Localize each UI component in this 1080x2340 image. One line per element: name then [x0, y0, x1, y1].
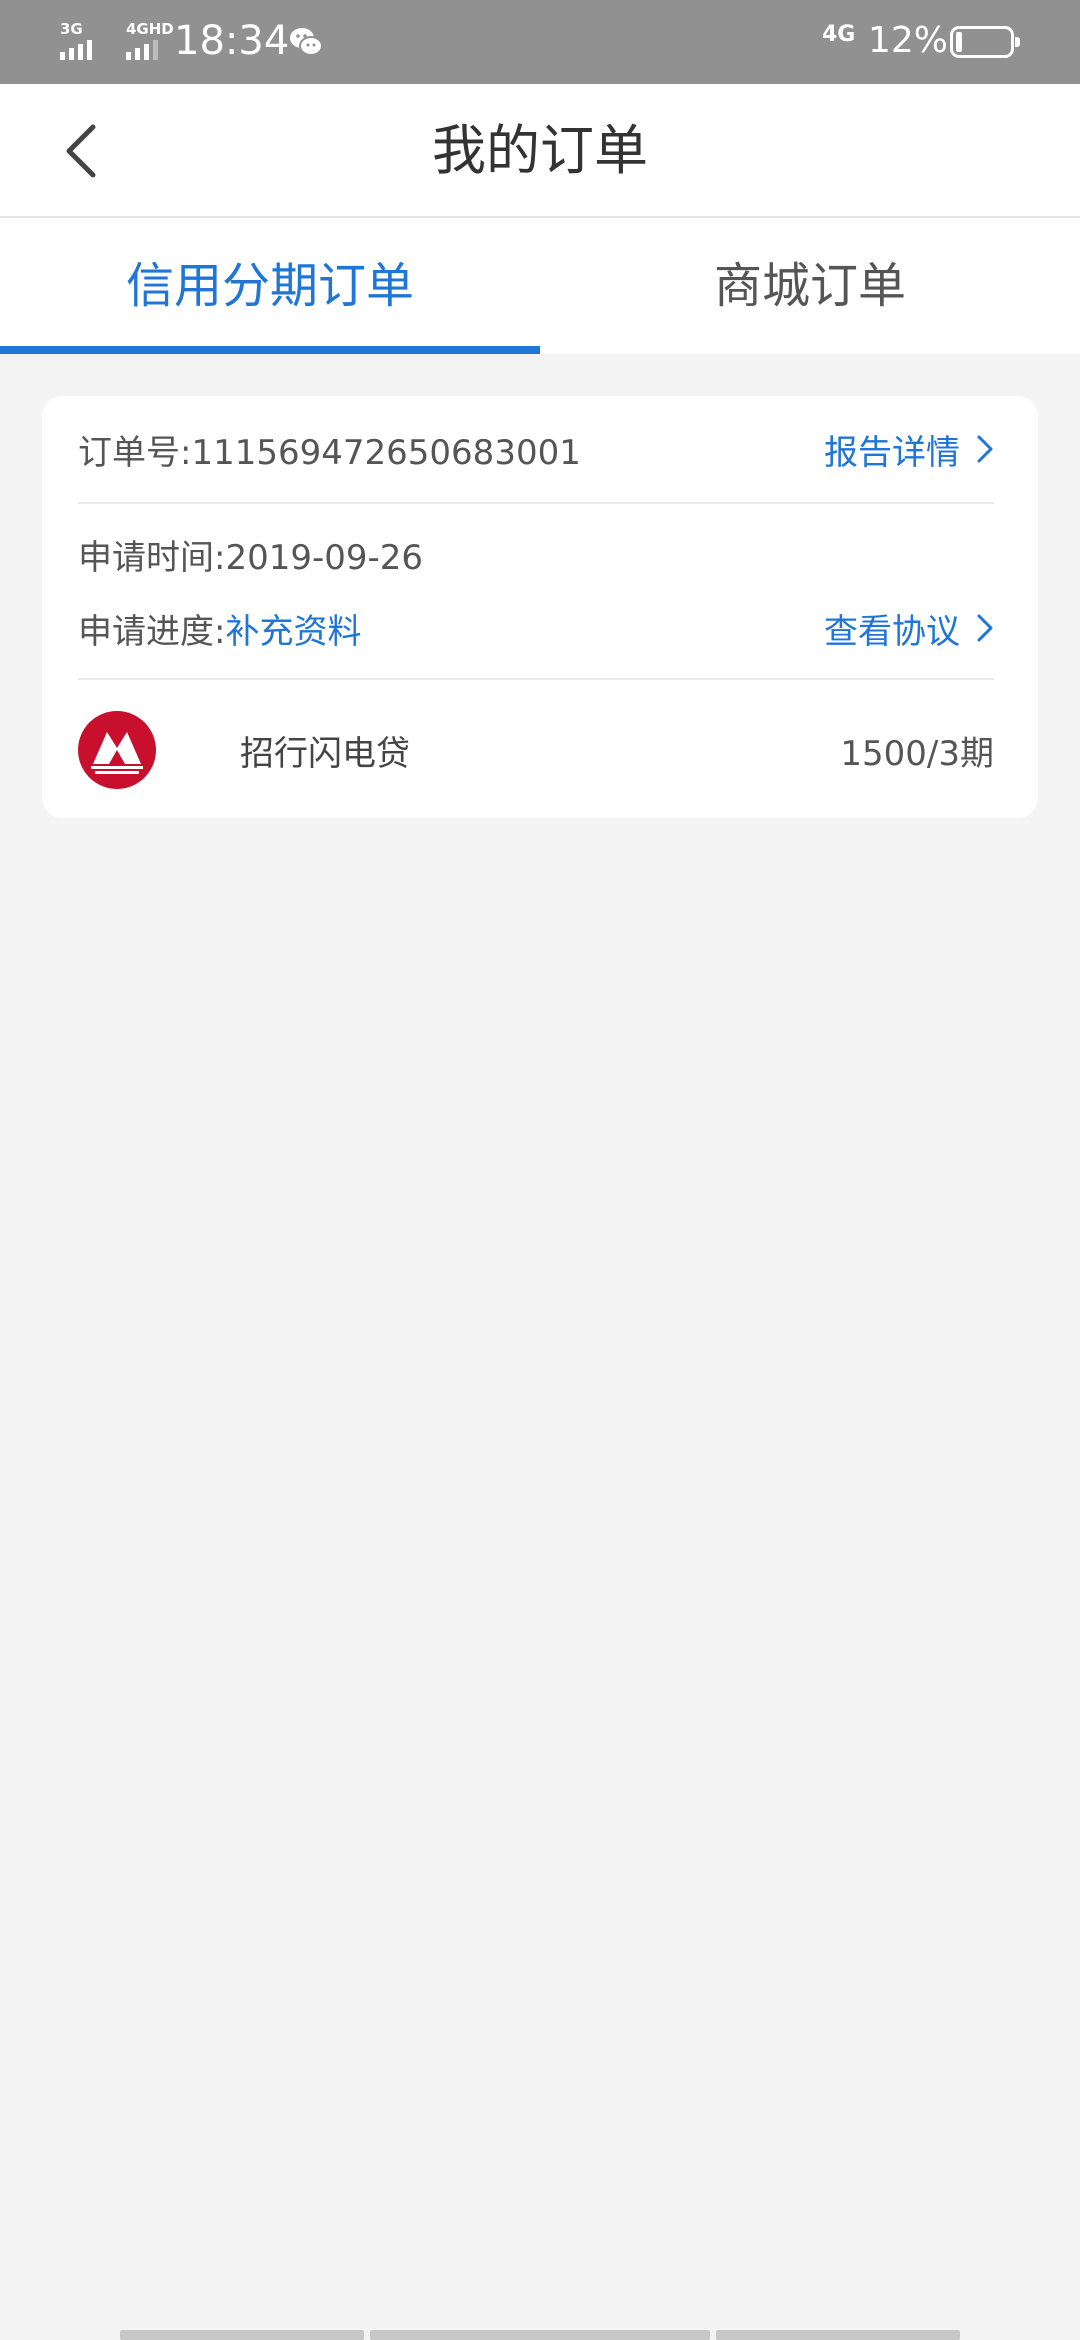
network-type: 4G	[822, 22, 856, 47]
signal-3g-icon: 3G	[58, 20, 106, 60]
status-bar: 3G 4GHD 18:34 4G 12%	[0, 0, 1080, 84]
cmb-bank-logo-icon	[78, 711, 156, 789]
order-tabs: 信用分期订单 商城订单	[0, 218, 1080, 354]
tab-credit-installment[interactable]: 信用分期订单	[0, 218, 540, 354]
app-header: 我的订单	[0, 84, 1080, 218]
nav-bar-segment	[716, 2330, 960, 2340]
nav-bar-segment	[370, 2330, 710, 2340]
signal-3g-label: 3G	[60, 20, 83, 38]
chevron-right-icon	[977, 435, 993, 463]
order-number-value: 111569472650683001	[191, 432, 581, 473]
report-details-label: 报告详情	[824, 432, 960, 473]
tab-mall-orders[interactable]: 商城订单	[540, 218, 1080, 354]
product-row[interactable]: 招行闪电贷 1500/3期	[78, 682, 994, 818]
status-time: 18:34	[174, 18, 290, 64]
page: 3G 4GHD 18:34 4G 12% 我的订单 信用分期订单 商城订单 订单…	[0, 0, 1080, 2340]
card-divider	[78, 678, 994, 680]
apply-time-value: 2019-09-26	[225, 537, 424, 578]
order-number-label: 订单号:	[78, 432, 192, 473]
apply-time-row: 申请时间:2019-09-26	[78, 514, 994, 594]
battery-icon	[950, 26, 1020, 58]
order-card: 订单号:111569472650683001 报告详情 申请时间:2019-09…	[42, 396, 1038, 818]
view-agreement-link[interactable]: 查看协议	[824, 604, 994, 653]
battery-level	[956, 32, 962, 52]
apply-progress-value[interactable]: 补充资料	[225, 612, 361, 652]
apply-time-label: 申请时间:	[78, 537, 226, 578]
apply-progress-row: 申请进度:补充资料 查看协议	[78, 588, 994, 668]
apply-progress-label: 申请进度:	[78, 611, 226, 652]
signal-group: 3G 4GHD	[58, 20, 174, 60]
report-details-link[interactable]: 报告详情	[824, 425, 994, 474]
page-title: 我的订单	[432, 119, 648, 182]
bottom-nav-indicator	[120, 2330, 960, 2340]
battery-percent: 12%	[868, 20, 949, 61]
signal-4g-label: 4GHD	[126, 20, 174, 38]
signal-4g-icon: 4GHD	[124, 20, 174, 60]
product-amount: 1500/3期	[840, 733, 994, 774]
order-number-row: 订单号:111569472650683001 报告详情	[78, 396, 994, 504]
view-agreement-label: 查看协议	[824, 611, 960, 652]
wechat-icon	[290, 28, 323, 56]
nav-bar-segment	[120, 2330, 364, 2340]
chevron-right-icon	[977, 614, 993, 642]
product-name: 招行闪电贷	[240, 733, 410, 774]
